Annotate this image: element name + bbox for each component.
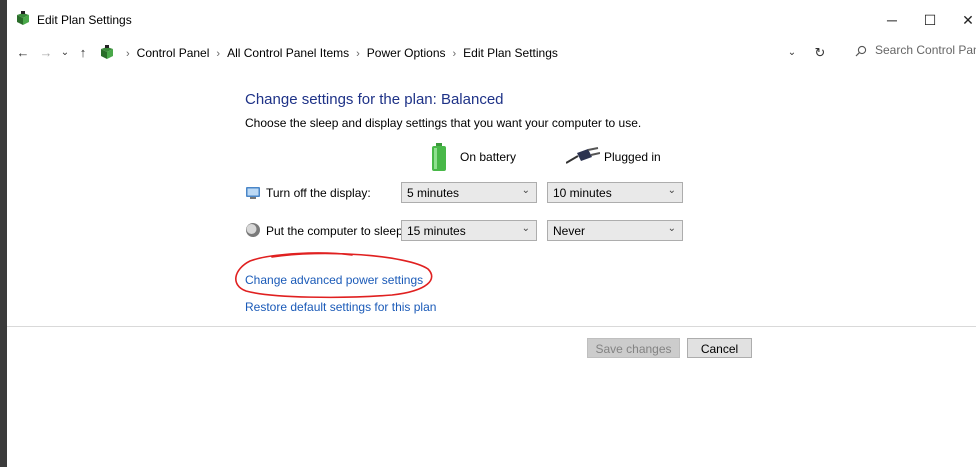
window-title: Edit Plan Settings bbox=[37, 13, 132, 27]
display-plugged-in-value: 10 minutes bbox=[553, 186, 612, 200]
breadcrumb: › Control Panel › All Control Panel Items › P… bbox=[119, 46, 558, 60]
footer-divider bbox=[7, 326, 976, 327]
breadcrumb-power-options[interactable]: Power Options bbox=[367, 46, 446, 60]
red-circle-annotation bbox=[235, 252, 433, 299]
breadcrumb-edit-plan-settings[interactable]: Edit Plan Settings bbox=[463, 46, 558, 60]
restore-defaults-link[interactable]: Restore default settings for this plan bbox=[245, 300, 436, 314]
display-on-battery-value: 5 minutes bbox=[407, 186, 460, 200]
close-button[interactable]: ✕ bbox=[949, 6, 976, 34]
control-panel-icon bbox=[101, 45, 113, 59]
title-bar: Edit Plan Settings ─ ☐ ✕ bbox=[7, 0, 976, 40]
back-button[interactable]: ← bbox=[14, 43, 32, 63]
plug-icon bbox=[566, 147, 600, 164]
display-on-battery-select[interactable]: 5 minutes ⌄ bbox=[401, 182, 537, 203]
plugged-in-label: Plugged in bbox=[604, 150, 661, 164]
refresh-button[interactable]: ↻ bbox=[811, 44, 829, 62]
forward-button[interactable]: → bbox=[37, 43, 55, 63]
sleep-on-battery-select[interactable]: 15 minutes ⌄ bbox=[401, 220, 537, 241]
window-left-edge bbox=[0, 0, 7, 467]
page-subtitle: Choose the sleep and display settings th… bbox=[245, 116, 642, 130]
page-title: Change settings for the plan: Balanced bbox=[245, 91, 504, 108]
power-options-icon bbox=[17, 11, 29, 25]
up-button[interactable]: ↑ bbox=[74, 43, 92, 63]
search-box[interactable] bbox=[845, 40, 976, 64]
minimize-button[interactable]: ─ bbox=[873, 6, 911, 34]
display-plugged-in-select[interactable]: 10 minutes ⌄ bbox=[547, 182, 683, 203]
sleep-label: Put the computer to sleep: bbox=[266, 224, 407, 238]
sleep-on-battery-value: 15 minutes bbox=[407, 224, 466, 238]
chevron-down-icon: ⌄ bbox=[521, 223, 530, 234]
sleep-plugged-in-select[interactable]: Never ⌄ bbox=[547, 220, 683, 241]
battery-icon bbox=[432, 143, 446, 171]
chevron-down-icon: ⌄ bbox=[667, 185, 676, 196]
display-icon bbox=[246, 187, 260, 199]
chevron-down-icon: ⌄ bbox=[521, 185, 530, 196]
sleep-plugged-in-value: Never bbox=[553, 224, 586, 238]
address-dropdown-button[interactable]: ⌄ bbox=[783, 44, 801, 62]
turn-off-display-label: Turn off the display: bbox=[266, 186, 371, 200]
address-bar: ← → ⌄ ↑ › Control Panel › All Control Panel… bbox=[7, 40, 976, 66]
chevron-right-icon: › bbox=[356, 48, 360, 60]
breadcrumb-control-panel[interactable]: Control Panel bbox=[137, 46, 210, 60]
chevron-right-icon: › bbox=[126, 48, 130, 60]
chevron-down-icon: ⌄ bbox=[667, 223, 676, 234]
cancel-button[interactable]: Cancel bbox=[687, 338, 752, 358]
on-battery-label: On battery bbox=[460, 150, 517, 164]
recent-locations-button[interactable]: ⌄ bbox=[56, 43, 74, 63]
search-icon bbox=[855, 45, 867, 57]
chevron-right-icon: › bbox=[452, 48, 457, 60]
sleep-icon bbox=[246, 223, 260, 237]
maximize-button[interactable]: ☐ bbox=[911, 6, 949, 34]
breadcrumb-all-items[interactable]: All Control Panel Items bbox=[227, 46, 349, 60]
chevron-right-icon: › bbox=[216, 48, 221, 60]
save-changes-button[interactable]: Save changes bbox=[587, 338, 680, 358]
search-input[interactable] bbox=[875, 43, 976, 57]
